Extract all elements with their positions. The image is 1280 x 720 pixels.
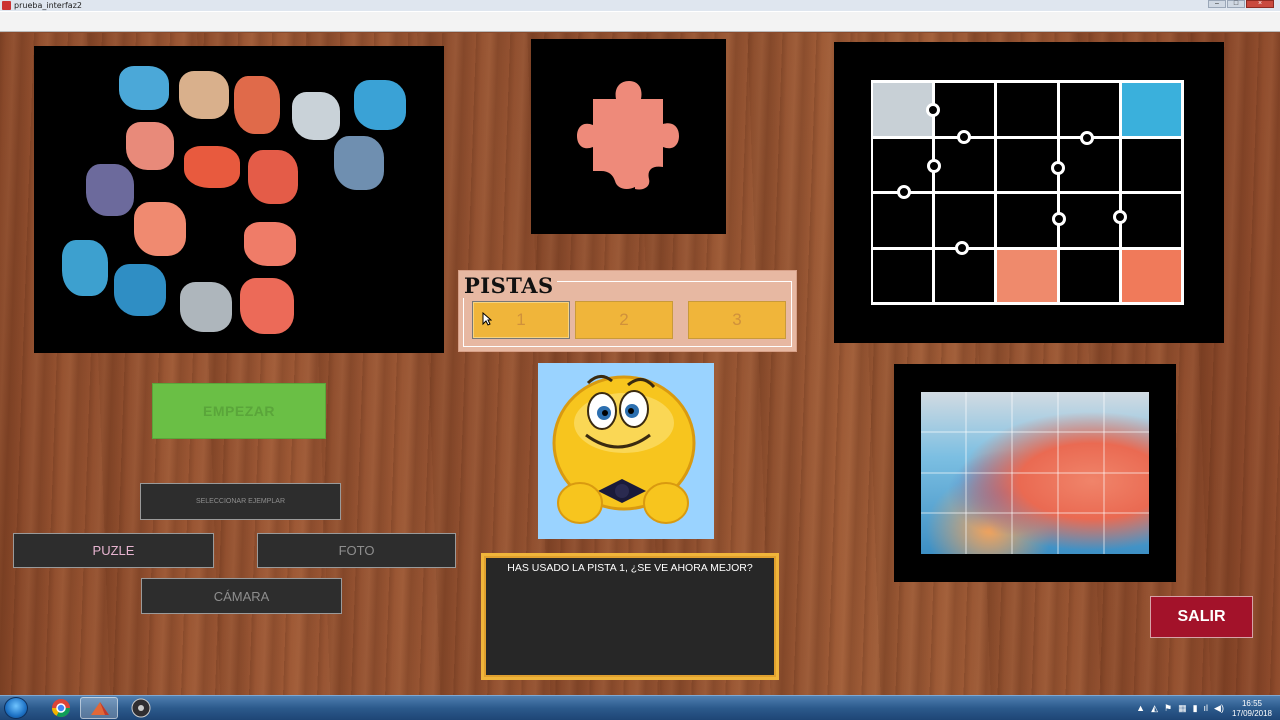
system-tray: ▲ ◭ ⚑ ▦ ▮ ıl ◀) 16:55 17/09/2018 <box>1136 696 1272 720</box>
puzzle-board[interactable] <box>871 80 1184 305</box>
board-slot[interactable] <box>1059 194 1122 250</box>
board-slot[interactable] <box>1121 83 1184 139</box>
board-slot[interactable] <box>997 249 1060 305</box>
signal-icon[interactable]: ıl <box>1204 703 1209 714</box>
puzzle-piece[interactable] <box>248 150 298 204</box>
mouse-cursor <box>482 312 492 326</box>
photo-button[interactable]: FOTO <box>257 533 456 568</box>
hints-title: PISTAS <box>461 273 557 298</box>
maximize-button[interactable]: □ <box>1227 0 1245 8</box>
show-hidden-icon[interactable]: ▲ <box>1136 703 1145 714</box>
puzzle-piece[interactable] <box>179 71 229 119</box>
window-titlebar: prueba_interfaz2 – □ × <box>0 0 1280 11</box>
board-slot[interactable] <box>1059 249 1122 305</box>
network-icon[interactable]: ▦ <box>1178 703 1187 714</box>
selected-puzzle-piece <box>577 81 679 190</box>
hints-panel: PISTAS 1 2 3 <box>458 270 797 352</box>
matlab-app-icon <box>2 1 11 10</box>
puzzle-piece[interactable] <box>184 146 240 188</box>
puzzle-piece[interactable] <box>292 92 340 140</box>
start-button[interactable]: EMPEZAR <box>152 383 326 439</box>
board-slot[interactable] <box>1121 138 1184 194</box>
board-slot[interactable] <box>1059 83 1122 145</box>
puzzle-piece[interactable] <box>62 240 108 296</box>
board-slot[interactable] <box>935 194 998 250</box>
puzzle-piece[interactable] <box>334 136 384 190</box>
power-icon[interactable]: ▮ <box>1193 703 1198 714</box>
message-text: HAS USADO LA PISTA 1, ¿SE VE AHORA MEJOR… <box>507 562 753 574</box>
board-slot[interactable] <box>935 240 998 305</box>
menu-bar <box>0 11 1280 32</box>
window-title: prueba_interfaz2 <box>14 1 82 10</box>
emoji-reaction-panel <box>538 363 714 539</box>
board-slot[interactable] <box>873 249 936 305</box>
volume-icon[interactable]: ◀) <box>1214 703 1224 714</box>
tray-icons: ▲ ◭ ⚑ ▦ ▮ ıl ◀) <box>1136 703 1224 714</box>
puzzle-board-grid <box>873 83 1184 305</box>
matlab-taskbar-icon[interactable] <box>80 697 118 719</box>
board-slot[interactable] <box>1121 249 1184 305</box>
obs-taskbar-icon[interactable] <box>122 697 160 719</box>
puzzle-piece[interactable] <box>134 202 186 256</box>
clock[interactable]: 16:55 17/09/2018 <box>1232 699 1272 719</box>
clock-date: 17/09/2018 <box>1231 708 1272 718</box>
board-slot[interactable] <box>1112 194 1184 250</box>
puzzle-piece[interactable] <box>354 80 406 130</box>
selected-piece-panel <box>531 39 726 234</box>
chrome-taskbar-icon[interactable] <box>42 697 80 719</box>
hint-2-button[interactable]: 2 <box>575 301 673 339</box>
start-menu-icon[interactable] <box>4 697 28 719</box>
puzzle-piece[interactable] <box>114 264 166 316</box>
puzzle-piece[interactable] <box>240 278 294 334</box>
preview-panel <box>894 364 1176 582</box>
board-slot[interactable] <box>997 83 1060 139</box>
puzzle-piece[interactable] <box>180 282 232 332</box>
preview-grid <box>921 392 1149 554</box>
puzzle-piece[interactable] <box>244 222 296 266</box>
puzzle-piece[interactable] <box>119 66 169 110</box>
scattered-pieces-panel <box>34 46 444 353</box>
board-slot[interactable] <box>997 194 1066 250</box>
flag-icon[interactable]: ⚑ <box>1164 703 1172 714</box>
board-slot[interactable] <box>873 185 936 250</box>
select-sample-button[interactable]: SELECCIONAR EJEMPLAR <box>140 483 341 520</box>
puzzle-piece[interactable] <box>86 164 134 216</box>
hint-3-button[interactable]: 3 <box>688 301 786 339</box>
message-box: HAS USADO LA PISTA 1, ¿SE VE AHORA MEJOR… <box>481 553 779 680</box>
preview-image <box>921 392 1149 554</box>
taskbar: ▲ ◭ ⚑ ▦ ▮ ıl ◀) 16:55 17/09/2018 <box>0 695 1280 720</box>
board-slot[interactable] <box>1050 138 1122 194</box>
exit-button[interactable]: SALIR <box>1150 596 1253 638</box>
camera-button[interactable]: CÁMARA <box>141 578 342 614</box>
minimize-button[interactable]: – <box>1208 0 1226 8</box>
close-button[interactable]: × <box>1246 0 1274 8</box>
board-slot[interactable] <box>935 129 998 194</box>
puzzle-button[interactable]: PUZLE <box>13 533 214 568</box>
smiley-bowtie-icon <box>552 375 696 524</box>
matlab-tray-icon[interactable]: ◭ <box>1151 703 1158 714</box>
window-controls: – □ × <box>1208 0 1274 8</box>
clock-time: 16:55 <box>1241 698 1262 708</box>
puzzle-piece[interactable] <box>234 76 280 134</box>
puzzle-piece[interactable] <box>126 122 174 170</box>
